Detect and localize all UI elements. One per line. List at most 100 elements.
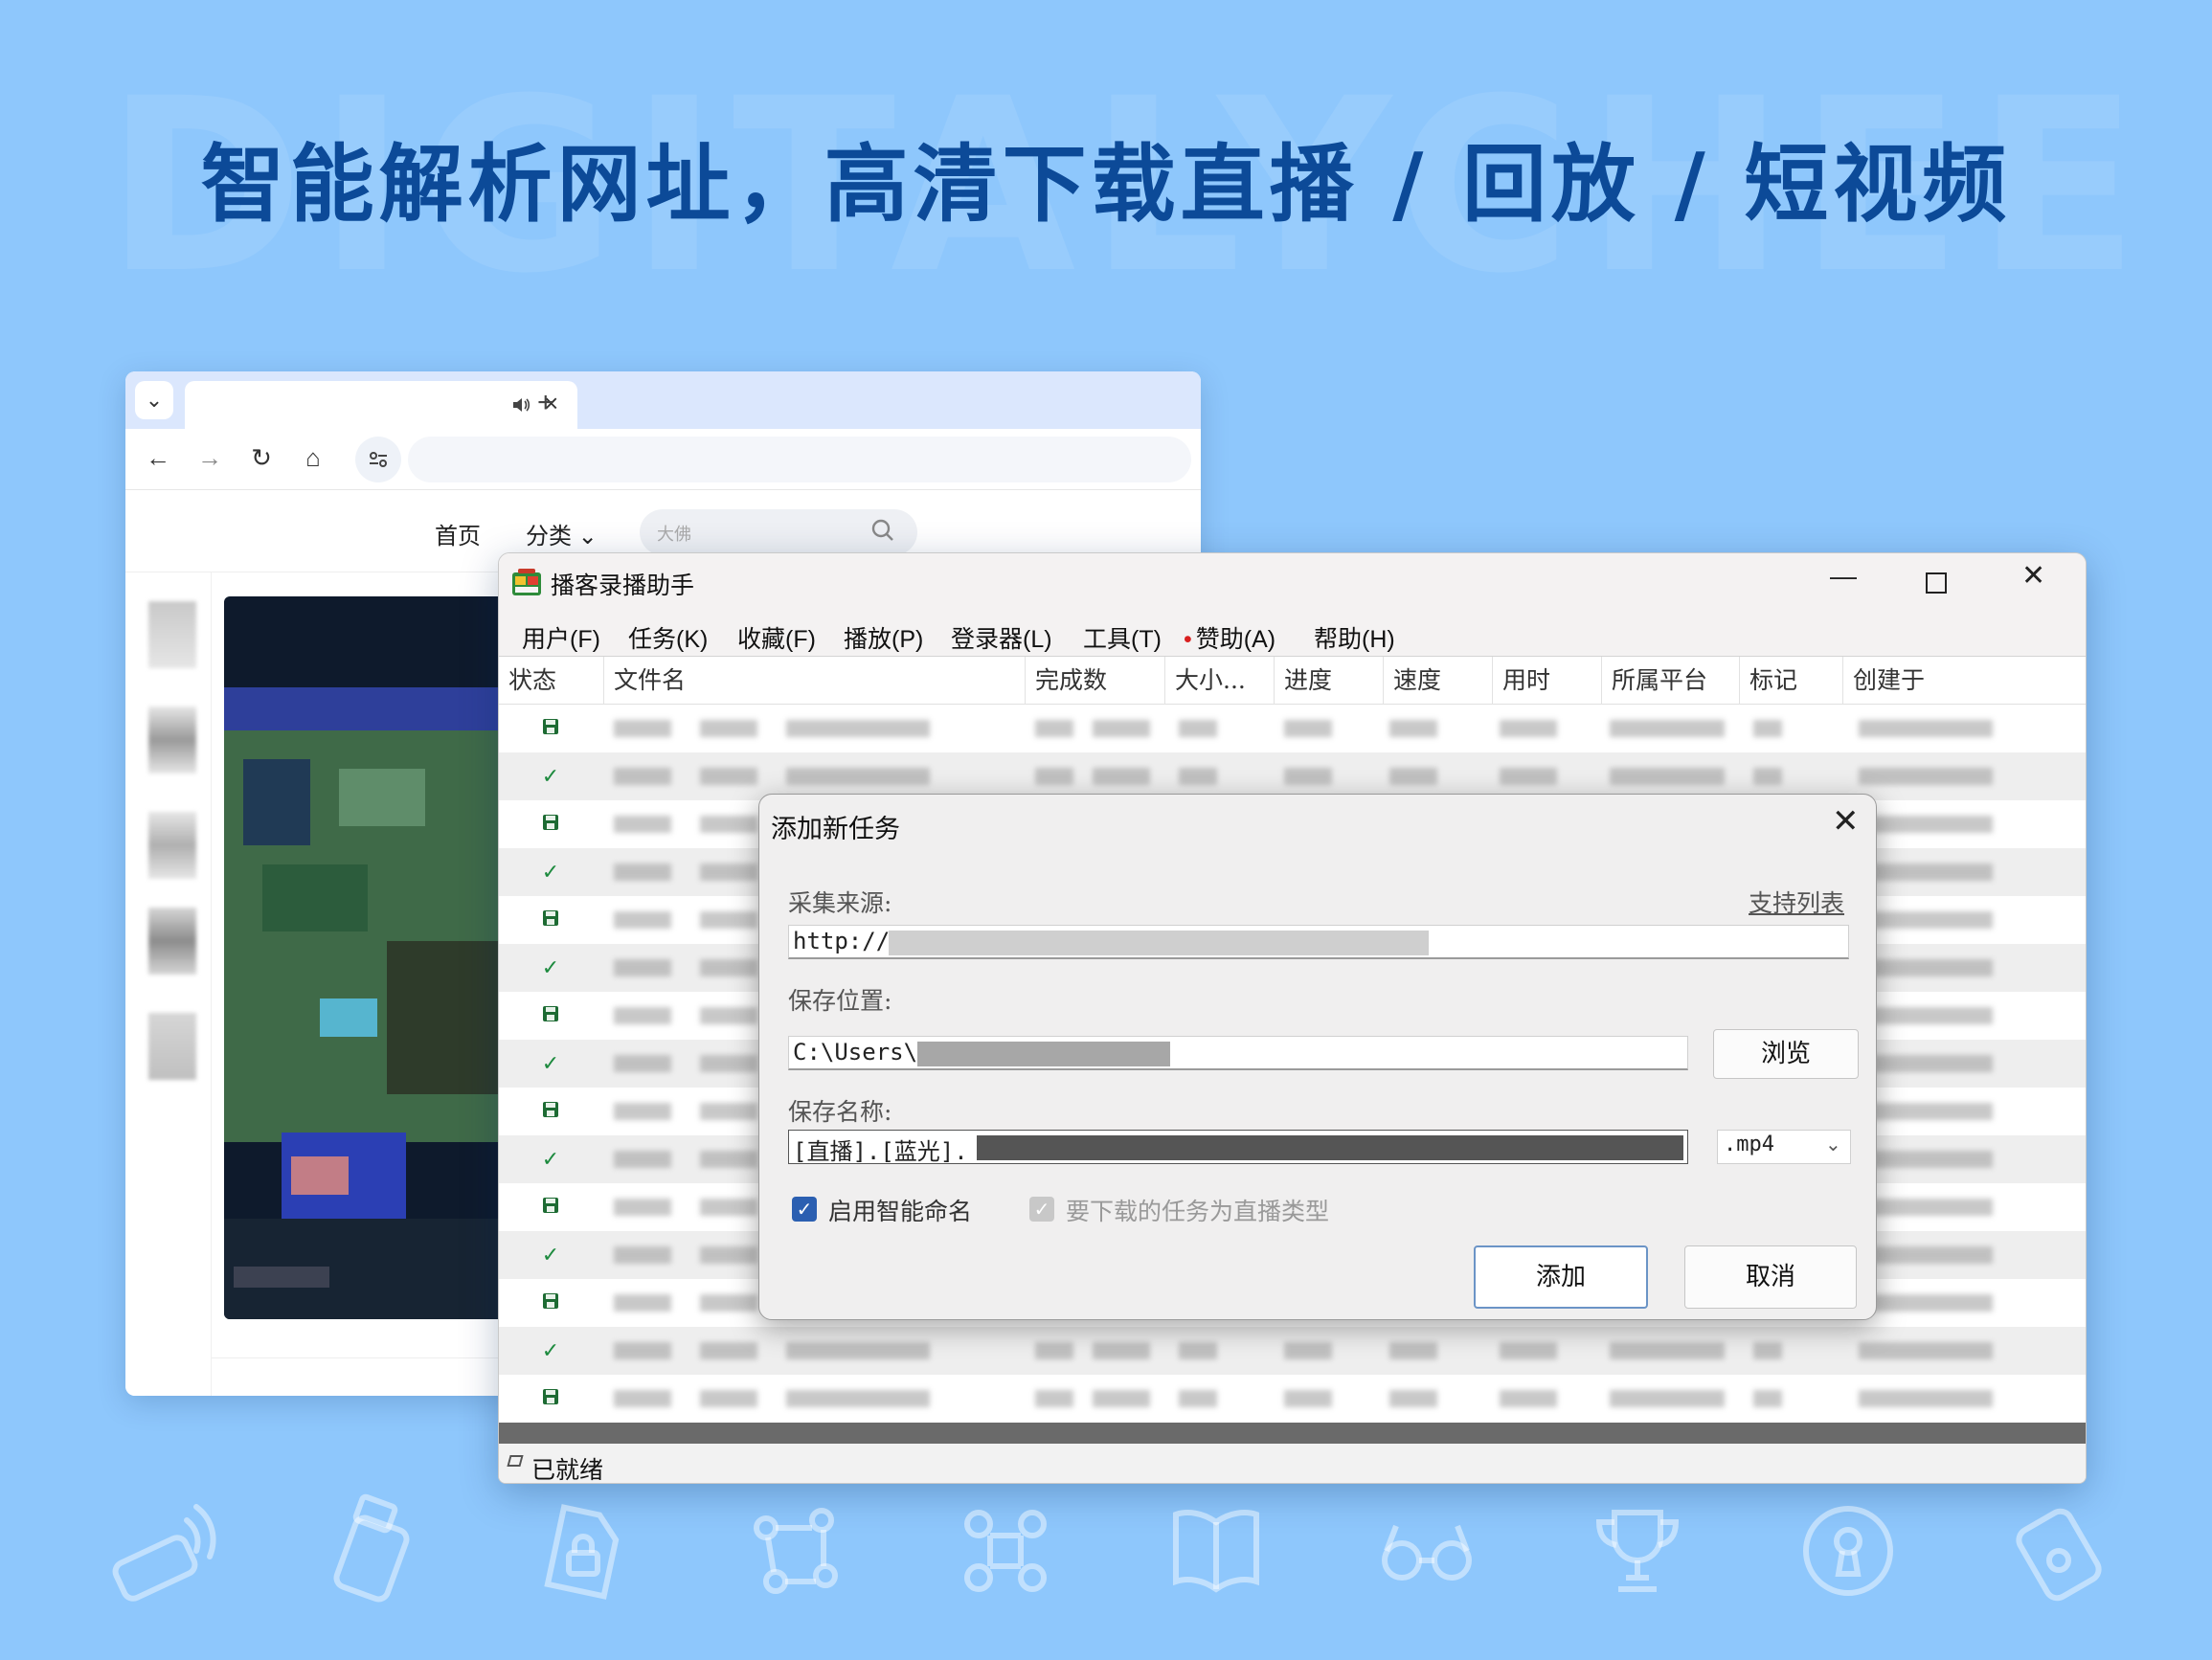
redacted-cell (1859, 816, 1993, 833)
save-icon (539, 1004, 562, 1027)
add-button[interactable]: 添加 (1474, 1245, 1648, 1309)
redacted-cell (1859, 768, 1993, 785)
format-select[interactable]: .mp4 ⌄ (1717, 1130, 1851, 1164)
forward-arrow-icon[interactable]: → (192, 440, 227, 475)
redacted-cell (614, 1055, 671, 1072)
menu-login[interactable]: 登录器(L) (951, 620, 1052, 655)
new-tab-plus-icon[interactable]: + (537, 389, 554, 417)
live-type-checkbox[interactable]: ✓ (1029, 1197, 1054, 1222)
redacted-cell (1179, 1342, 1217, 1359)
tag-icon (2001, 1493, 2116, 1608)
column-status[interactable]: 状态 (499, 657, 604, 705)
table-row[interactable] (499, 1375, 2086, 1423)
status-indicator-icon (507, 1455, 524, 1467)
browser-tab[interactable]: × (185, 381, 577, 429)
sidebar-thumbnail[interactable] (148, 707, 196, 774)
back-arrow-icon[interactable]: ← (141, 440, 175, 475)
redacted-cell (1179, 1390, 1217, 1407)
site-search-input[interactable]: 大佛 (640, 509, 917, 555)
check-icon: ✓ (541, 1338, 560, 1362)
smart-naming-label: 启用智能命名 (828, 1198, 973, 1225)
redacted-cell (614, 1103, 671, 1120)
router-icon (105, 1493, 220, 1608)
tab-list-chevron-icon[interactable]: ⌄ (135, 381, 173, 419)
video-player[interactable] (224, 596, 511, 1319)
menu-play[interactable]: 播放(P) (844, 620, 923, 655)
column-duration[interactable]: 用时 (1493, 657, 1602, 705)
minimize-icon[interactable]: — (1830, 561, 1857, 592)
table-header: 状态 文件名 完成数 大小... 进度 速度 用时 所属平台 标记 创建于 (499, 657, 2086, 705)
format-value: .mp4 (1724, 1133, 1774, 1156)
site-nav-category[interactable]: 分类 ⌄ (526, 517, 598, 550)
search-icon[interactable] (869, 517, 896, 550)
column-progress[interactable]: 进度 (1275, 657, 1384, 705)
redacted-cell (614, 1294, 671, 1312)
sidebar-thumbnail[interactable] (148, 1013, 196, 1080)
window-close-icon[interactable]: ✕ (2021, 559, 2045, 593)
column-tag[interactable]: 标记 (1740, 657, 1843, 705)
sidebar-thumbnail[interactable] (148, 601, 196, 668)
menu-favorites[interactable]: 收藏(F) (737, 620, 816, 655)
site-nav-home[interactable]: 首页 (435, 517, 481, 550)
menu-help[interactable]: 帮助(H) (1314, 620, 1395, 655)
column-filename[interactable]: 文件名 (604, 657, 1026, 705)
check-icon: ✓ (541, 1243, 560, 1267)
headline-title: 智能解析网址，高清下载直播 / 回放 / 短视频 (200, 135, 2012, 234)
column-speed[interactable]: 速度 (1384, 657, 1493, 705)
column-completed[interactable]: 完成数 (1026, 657, 1165, 705)
menu-sponsor[interactable]: • 赞助(A) (1184, 620, 1275, 655)
address-bar[interactable] (408, 437, 1191, 482)
redacted-cell (614, 1246, 671, 1264)
check-icon: ✓ (541, 1051, 560, 1075)
redacted-cell (1179, 720, 1217, 737)
smart-naming-checkbox[interactable]: ✓ (792, 1197, 817, 1222)
redacted-cell (1610, 768, 1725, 785)
support-list-link[interactable]: 支持列表 (1749, 885, 1844, 919)
source-url-input[interactable]: http:// (788, 925, 1849, 959)
glasses-icon (1369, 1493, 1484, 1608)
sidebar-thumbnail[interactable] (148, 812, 196, 879)
browse-button[interactable]: 浏览 (1713, 1029, 1859, 1079)
menu-tools[interactable]: 工具(T) (1083, 620, 1162, 655)
add-task-dialog: 添加新任务 ✕ 采集来源: 支持列表 http:// 保存位置: C:\User… (758, 794, 1877, 1320)
maximize-icon[interactable] (1926, 572, 1947, 594)
save-icon (539, 813, 562, 836)
site-settings-icon[interactable] (355, 437, 401, 482)
redacted-cell (700, 816, 757, 833)
open-book-icon (1159, 1493, 1274, 1608)
sidebar-thumbnail[interactable] (148, 908, 196, 975)
redacted-cell (700, 864, 757, 881)
redacted-cell (1500, 1390, 1557, 1407)
cancel-button[interactable]: 取消 (1684, 1245, 1857, 1309)
save-icon (539, 909, 562, 931)
redacted-cell (1610, 1390, 1725, 1407)
redacted-cell (1859, 1151, 1993, 1168)
redacted-cell (1035, 1342, 1073, 1359)
column-size[interactable]: 大小... (1165, 657, 1275, 705)
save-icon (539, 1291, 562, 1314)
save-icon (539, 1100, 562, 1123)
table-row[interactable]: ✓ (499, 1327, 2086, 1375)
red-dot-icon: • (1184, 626, 1192, 653)
redacted-cell (700, 1342, 757, 1359)
save-icon (539, 1387, 562, 1410)
redacted-cell (1753, 720, 1782, 737)
save-location-value: C:\Users\ (793, 1039, 918, 1066)
keyhole-icon (1791, 1493, 1906, 1608)
horizontal-scrollbar[interactable] (499, 1423, 2086, 1444)
menu-user[interactable]: 用户(F) (522, 620, 600, 655)
save-name-input[interactable]: [直播].[蓝光]. (788, 1130, 1688, 1165)
home-icon[interactable]: ⌂ (296, 440, 330, 475)
redacted-cell (700, 1390, 757, 1407)
speaker-icon[interactable] (510, 394, 531, 420)
reload-icon[interactable]: ↻ (244, 440, 279, 475)
table-row[interactable] (499, 705, 2086, 752)
column-created[interactable]: 创建于 (1843, 657, 2086, 705)
redacted-cell (614, 1390, 671, 1407)
menu-task[interactable]: 任务(K) (628, 620, 708, 655)
redacted-cell (786, 1342, 930, 1359)
save-location-input[interactable]: C:\Users\ (788, 1036, 1688, 1070)
column-platform[interactable]: 所属平台 (1602, 657, 1740, 705)
dialog-close-icon[interactable]: ✕ (1832, 802, 1860, 841)
redacted-cell (1093, 1390, 1150, 1407)
